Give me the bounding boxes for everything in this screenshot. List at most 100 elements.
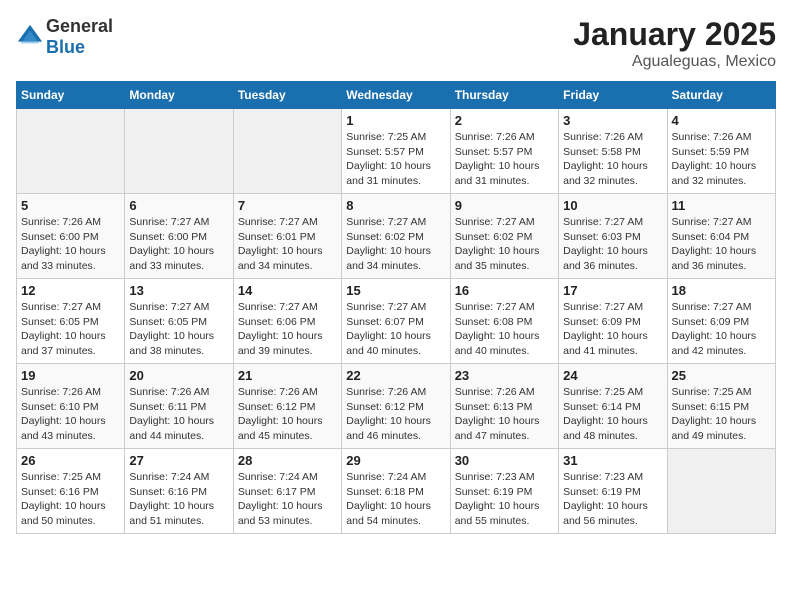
calendar-cell — [125, 109, 233, 194]
day-info: Sunrise: 7:27 AMSunset: 6:08 PMDaylight:… — [455, 300, 554, 359]
calendar-header-sunday: Sunday — [17, 82, 125, 109]
title-block: January 2025 Agualeguas, Mexico — [573, 16, 776, 71]
calendar-cell: 5 Sunrise: 7:26 AMSunset: 6:00 PMDaylight… — [17, 194, 125, 279]
day-number: 12 — [21, 283, 120, 298]
day-number: 30 — [455, 453, 554, 468]
day-number: 1 — [346, 113, 445, 128]
day-number: 20 — [129, 368, 228, 383]
calendar-cell: 12 Sunrise: 7:27 AMSunset: 6:05 PMDayligh… — [17, 279, 125, 364]
day-info: Sunrise: 7:27 AMSunset: 6:02 PMDaylight:… — [346, 215, 445, 274]
day-number: 5 — [21, 198, 120, 213]
day-number: 18 — [672, 283, 771, 298]
location-title: Agualeguas, Mexico — [573, 53, 776, 71]
day-info: Sunrise: 7:25 AMSunset: 6:15 PMDaylight:… — [672, 385, 771, 444]
logo-text-general: General — [46, 16, 113, 36]
calendar-cell — [233, 109, 341, 194]
calendar-cell: 25 Sunrise: 7:25 AMSunset: 6:15 PMDayligh… — [667, 364, 775, 449]
day-number: 28 — [238, 453, 337, 468]
calendar-header-wednesday: Wednesday — [342, 82, 450, 109]
day-number: 16 — [455, 283, 554, 298]
day-info: Sunrise: 7:27 AMSunset: 6:06 PMDaylight:… — [238, 300, 337, 359]
day-info: Sunrise: 7:26 AMSunset: 5:58 PMDaylight:… — [563, 130, 662, 189]
day-info: Sunrise: 7:27 AMSunset: 6:00 PMDaylight:… — [129, 215, 228, 274]
calendar-cell: 31 Sunrise: 7:23 AMSunset: 6:19 PMDayligh… — [559, 449, 667, 534]
day-number: 24 — [563, 368, 662, 383]
calendar-cell: 6 Sunrise: 7:27 AMSunset: 6:00 PMDaylight… — [125, 194, 233, 279]
day-info: Sunrise: 7:25 AMSunset: 6:16 PMDaylight:… — [21, 470, 120, 529]
calendar-cell: 4 Sunrise: 7:26 AMSunset: 5:59 PMDaylight… — [667, 109, 775, 194]
day-info: Sunrise: 7:27 AMSunset: 6:01 PMDaylight:… — [238, 215, 337, 274]
calendar-cell: 10 Sunrise: 7:27 AMSunset: 6:03 PMDayligh… — [559, 194, 667, 279]
day-number: 25 — [672, 368, 771, 383]
calendar-cell: 26Sunrise: 7:25 AMSunset: 6:16 PMDayligh… — [17, 449, 125, 534]
calendar-header-row: SundayMondayTuesdayWednesdayThursdayFrid… — [17, 82, 776, 109]
day-number: 31 — [563, 453, 662, 468]
day-info: Sunrise: 7:25 AMSunset: 5:57 PMDaylight:… — [346, 130, 445, 189]
day-info: Sunrise: 7:27 AMSunset: 6:09 PMDaylight:… — [672, 300, 771, 359]
calendar-cell: 13 Sunrise: 7:27 AMSunset: 6:05 PMDayligh… — [125, 279, 233, 364]
day-info: Sunrise: 7:27 AMSunset: 6:04 PMDaylight:… — [672, 215, 771, 274]
calendar-cell: 21Sunrise: 7:26 AMSunset: 6:12 PMDayligh… — [233, 364, 341, 449]
day-info: Sunrise: 7:23 AMSunset: 6:19 PMDaylight:… — [563, 470, 662, 529]
calendar-cell: 3 Sunrise: 7:26 AMSunset: 5:58 PMDaylight… — [559, 109, 667, 194]
calendar-header-friday: Friday — [559, 82, 667, 109]
day-number: 4 — [672, 113, 771, 128]
calendar-cell: 7 Sunrise: 7:27 AMSunset: 6:01 PMDaylight… — [233, 194, 341, 279]
day-info: Sunrise: 7:27 AMSunset: 6:09 PMDaylight:… — [563, 300, 662, 359]
day-info: Sunrise: 7:26 AMSunset: 6:10 PMDaylight:… — [21, 385, 120, 444]
day-number: 13 — [129, 283, 228, 298]
day-info: Sunrise: 7:26 AMSunset: 6:11 PMDaylight:… — [129, 385, 228, 444]
day-info: Sunrise: 7:27 AMSunset: 6:03 PMDaylight:… — [563, 215, 662, 274]
day-number: 9 — [455, 198, 554, 213]
calendar-cell: 16 Sunrise: 7:27 AMSunset: 6:08 PMDayligh… — [450, 279, 558, 364]
logo-text-blue: Blue — [46, 37, 85, 57]
day-number: 19 — [21, 368, 120, 383]
day-number: 3 — [563, 113, 662, 128]
calendar-cell: 20 Sunrise: 7:26 AMSunset: 6:11 PMDayligh… — [125, 364, 233, 449]
day-info: Sunrise: 7:27 AMSunset: 6:07 PMDaylight:… — [346, 300, 445, 359]
day-number: 29 — [346, 453, 445, 468]
day-info: Sunrise: 7:26 AMSunset: 6:12 PMDaylight:… — [346, 385, 445, 444]
day-info: Sunrise: 7:27 AMSunset: 6:05 PMDaylight:… — [129, 300, 228, 359]
day-info: Sunrise: 7:27 AMSunset: 6:05 PMDaylight:… — [21, 300, 120, 359]
day-number: 17 — [563, 283, 662, 298]
day-info: Sunrise: 7:24 AMSunset: 6:18 PMDaylight:… — [346, 470, 445, 529]
day-number: 22 — [346, 368, 445, 383]
calendar-table: SundayMondayTuesdayWednesdayThursdayFrid… — [16, 81, 776, 534]
day-number: 27 — [129, 453, 228, 468]
calendar-cell: 15 Sunrise: 7:27 AMSunset: 6:07 PMDayligh… — [342, 279, 450, 364]
day-info: Sunrise: 7:23 AMSunset: 6:19 PMDaylight:… — [455, 470, 554, 529]
day-number: 8 — [346, 198, 445, 213]
calendar-cell: 29 Sunrise: 7:24 AMSunset: 6:18 PMDayligh… — [342, 449, 450, 534]
calendar-cell: 22 Sunrise: 7:26 AMSunset: 6:12 PMDayligh… — [342, 364, 450, 449]
day-number: 7 — [238, 198, 337, 213]
calendar-cell: 30 Sunrise: 7:23 AMSunset: 6:19 PMDayligh… — [450, 449, 558, 534]
day-number: 10 — [563, 198, 662, 213]
day-number: 14 — [238, 283, 337, 298]
day-info: Sunrise: 7:26 AMSunset: 6:13 PMDaylight:… — [455, 385, 554, 444]
calendar-cell: 27 Sunrise: 7:24 AMSunset: 6:16 PMDayligh… — [125, 449, 233, 534]
day-info: Sunrise: 7:26 AMSunset: 5:57 PMDaylight:… — [455, 130, 554, 189]
calendar-header-monday: Monday — [125, 82, 233, 109]
day-number: 23 — [455, 368, 554, 383]
calendar-cell: 8 Sunrise: 7:27 AMSunset: 6:02 PMDaylight… — [342, 194, 450, 279]
day-number: 2 — [455, 113, 554, 128]
calendar-cell — [667, 449, 775, 534]
calendar-week-row: 26Sunrise: 7:25 AMSunset: 6:16 PMDayligh… — [17, 449, 776, 534]
day-info: Sunrise: 7:27 AMSunset: 6:02 PMDaylight:… — [455, 215, 554, 274]
calendar-week-row: 12 Sunrise: 7:27 AMSunset: 6:05 PMDayligh… — [17, 279, 776, 364]
day-info: Sunrise: 7:26 AMSunset: 6:00 PMDaylight:… — [21, 215, 120, 274]
calendar-week-row: 1 Sunrise: 7:25 AMSunset: 5:57 PMDaylight… — [17, 109, 776, 194]
calendar-cell: 24 Sunrise: 7:25 AMSunset: 6:14 PMDayligh… — [559, 364, 667, 449]
day-number: 15 — [346, 283, 445, 298]
logo-icon — [16, 23, 44, 51]
calendar-cell: 19 Sunrise: 7:26 AMSunset: 6:10 PMDayligh… — [17, 364, 125, 449]
day-info: Sunrise: 7:24 AMSunset: 6:17 PMDaylight:… — [238, 470, 337, 529]
day-number: 6 — [129, 198, 228, 213]
day-info: Sunrise: 7:24 AMSunset: 6:16 PMDaylight:… — [129, 470, 228, 529]
day-number: 21 — [238, 368, 337, 383]
calendar-cell: 17 Sunrise: 7:27 AMSunset: 6:09 PMDayligh… — [559, 279, 667, 364]
day-info: Sunrise: 7:25 AMSunset: 6:14 PMDaylight:… — [563, 385, 662, 444]
calendar-header-thursday: Thursday — [450, 82, 558, 109]
day-info: Sunrise: 7:26 AMSunset: 5:59 PMDaylight:… — [672, 130, 771, 189]
